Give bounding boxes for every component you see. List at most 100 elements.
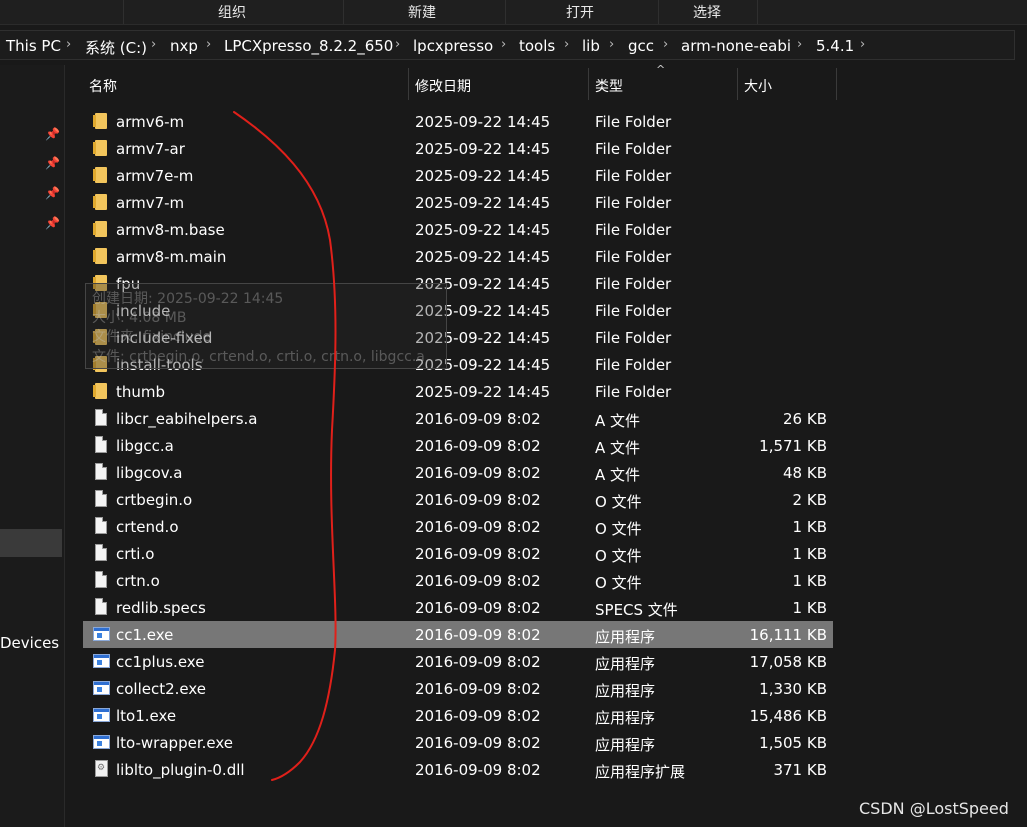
file-row[interactable]: cc1plus.exe 2016-09-09 8:02 应用程序 17,058 KB (83, 648, 833, 675)
file-name: armv8-m.main (116, 248, 227, 266)
column-header-size[interactable]: 大小 (744, 76, 772, 106)
pin-icon[interactable]: 📌 (45, 216, 60, 230)
file-row[interactable]: armv6-m 2025-09-22 14:45 File Folder (83, 108, 833, 135)
nav-item-devices[interactable]: Devices (0, 634, 59, 652)
file-name: thumb (116, 383, 166, 401)
file-name: armv6-m (116, 113, 185, 131)
file-type: File Folder (595, 383, 672, 401)
file-type: 应用程序扩展 (595, 763, 686, 781)
file-row[interactable]: libcr_eabihelpers.a 2016-09-09 8:02 A 文件 26… (83, 405, 833, 432)
file-date: 2016-09-09 8:02 (415, 491, 541, 509)
chevron-right-icon[interactable]: › (860, 37, 865, 52)
organize-button[interactable]: 组织 (218, 2, 246, 22)
file-type: File Folder (595, 140, 672, 158)
column-divider[interactable] (737, 68, 738, 100)
file-row[interactable]: armv7e-m 2025-09-22 14:45 File Folder (83, 162, 833, 189)
column-divider[interactable] (836, 68, 837, 100)
address-bar[interactable]: This PC › 系统 (C:) › nxp › LPCXpresso_8.2… (0, 30, 1027, 60)
chevron-right-icon[interactable]: › (395, 37, 400, 52)
application-icon (93, 708, 110, 722)
file-date: 2025-09-22 14:45 (415, 248, 551, 266)
file-size: 1 KB (792, 572, 827, 590)
file-row[interactable]: crtbegin.o 2016-09-09 8:02 O 文件 2 KB (83, 486, 833, 513)
breadcrumb-arm-none-eabi[interactable]: arm-none-eabi (681, 37, 791, 55)
file-date: 2016-09-09 8:02 (415, 599, 541, 617)
file-name: liblto_plugin-0.dll (116, 761, 245, 779)
file-size: 16,111 KB (749, 626, 827, 644)
column-header-date[interactable]: 修改日期 (415, 76, 471, 106)
file-name: lto-wrapper.exe (116, 734, 233, 752)
file-row[interactable]: thumb 2025-09-22 14:45 File Folder (83, 378, 833, 405)
chevron-right-icon[interactable]: › (501, 37, 506, 52)
breadcrumb-drive-c[interactable]: 系统 (C:) (85, 37, 147, 58)
column-header-name[interactable]: 名称 (89, 76, 117, 106)
chevron-right-icon[interactable]: › (663, 37, 668, 52)
breadcrumb[interactable]: This PC › 系统 (C:) › nxp › LPCXpresso_8.2… (0, 30, 1015, 60)
file-row[interactable]: armv8-m.base 2025-09-22 14:45 File Folder (83, 216, 833, 243)
file-row[interactable]: armv7-m 2025-09-22 14:45 File Folder (83, 189, 833, 216)
file-size: 1 KB (792, 545, 827, 563)
file-row[interactable]: redlib.specs 2016-09-09 8:02 SPECS 文件 1 KB (83, 594, 833, 621)
file-icon (95, 544, 107, 561)
file-size: 1,505 KB (759, 734, 827, 752)
breadcrumb-this-pc[interactable]: This PC (6, 37, 61, 55)
chevron-right-icon[interactable]: › (609, 37, 614, 52)
file-row[interactable]: libgcov.a 2016-09-09 8:02 A 文件 48 KB (83, 459, 833, 486)
file-type: SPECS 文件 (595, 601, 678, 619)
file-type: 应用程序 (595, 736, 656, 754)
file-row[interactable]: armv8-m.main 2025-09-22 14:45 File Folder (83, 243, 833, 270)
file-type: 应用程序 (595, 709, 656, 727)
column-header-type[interactable]: 类型 (595, 76, 623, 106)
file-row[interactable]: cc1.exe 2016-09-09 8:02 应用程序 16,111 KB (83, 621, 833, 648)
application-icon (93, 735, 110, 749)
ribbon-divider (343, 0, 344, 24)
file-row[interactable]: libgcc.a 2016-09-09 8:02 A 文件 1,571 KB (83, 432, 833, 459)
file-name: armv8-m.base (116, 221, 225, 239)
breadcrumb-lib[interactable]: lib (582, 37, 600, 55)
breadcrumb-lpcxpresso[interactable]: lpcxpresso (413, 37, 493, 55)
file-row[interactable]: lto-wrapper.exe 2016-09-09 8:02 应用程序 1,505 … (83, 729, 833, 756)
folder-icon (93, 140, 107, 156)
chevron-right-icon[interactable]: › (206, 37, 211, 52)
breadcrumb-lpcxpresso-version[interactable]: LPCXpresso_8.2.2_650 (224, 37, 393, 55)
file-date: 2025-09-22 14:45 (415, 383, 551, 401)
breadcrumb-version[interactable]: 5.4.1 (816, 37, 854, 55)
file-type: O 文件 (595, 520, 642, 538)
file-row[interactable]: lto1.exe 2016-09-09 8:02 应用程序 15,486 KB (83, 702, 833, 729)
dll-icon (95, 760, 108, 777)
tooltip-line: 文件夹: fixinclude (92, 329, 211, 345)
chevron-right-icon[interactable]: › (151, 37, 156, 52)
breadcrumb-gcc[interactable]: gcc (628, 37, 654, 55)
file-row[interactable]: crtn.o 2016-09-09 8:02 O 文件 1 KB (83, 567, 833, 594)
file-row[interactable]: crtend.o 2016-09-09 8:02 O 文件 1 KB (83, 513, 833, 540)
command-bar: 组织 新建 打开 选择 (0, 0, 1027, 25)
new-button[interactable]: 新建 (408, 2, 436, 22)
file-row[interactable]: crti.o 2016-09-09 8:02 O 文件 1 KB (83, 540, 833, 567)
tooltip-line: 创建日期: 2025-09-22 14:45 (92, 291, 284, 307)
chevron-right-icon[interactable]: › (66, 37, 71, 52)
nav-item-selected[interactable] (0, 529, 62, 557)
column-divider[interactable] (408, 68, 409, 100)
file-type: O 文件 (595, 547, 642, 565)
pin-icon[interactable]: 📌 (45, 127, 60, 141)
select-button[interactable]: 选择 (693, 2, 721, 22)
file-date: 2016-09-09 8:02 (415, 545, 541, 563)
file-row[interactable]: collect2.exe 2016-09-09 8:02 应用程序 1,330 KB (83, 675, 833, 702)
file-type: File Folder (595, 356, 672, 374)
file-size: 1 KB (792, 518, 827, 536)
file-name: crti.o (116, 545, 155, 563)
breadcrumb-nxp[interactable]: nxp (170, 37, 198, 55)
file-row[interactable]: liblto_plugin-0.dll 2016-09-09 8:02 应用程序扩展… (83, 756, 833, 783)
sort-ascending-icon: ^ (656, 63, 666, 76)
file-row[interactable]: armv7-ar 2025-09-22 14:45 File Folder (83, 135, 833, 162)
file-date: 2016-09-09 8:02 (415, 734, 541, 752)
pin-icon[interactable]: 📌 (45, 156, 60, 170)
chevron-right-icon[interactable]: › (797, 37, 802, 52)
folder-icon (93, 383, 107, 399)
breadcrumb-tools[interactable]: tools (519, 37, 555, 55)
pin-icon[interactable]: 📌 (45, 186, 60, 200)
column-divider[interactable] (588, 68, 589, 100)
chevron-right-icon[interactable]: › (564, 37, 569, 52)
file-date: 2016-09-09 8:02 (415, 437, 541, 455)
open-button[interactable]: 打开 (566, 2, 594, 22)
